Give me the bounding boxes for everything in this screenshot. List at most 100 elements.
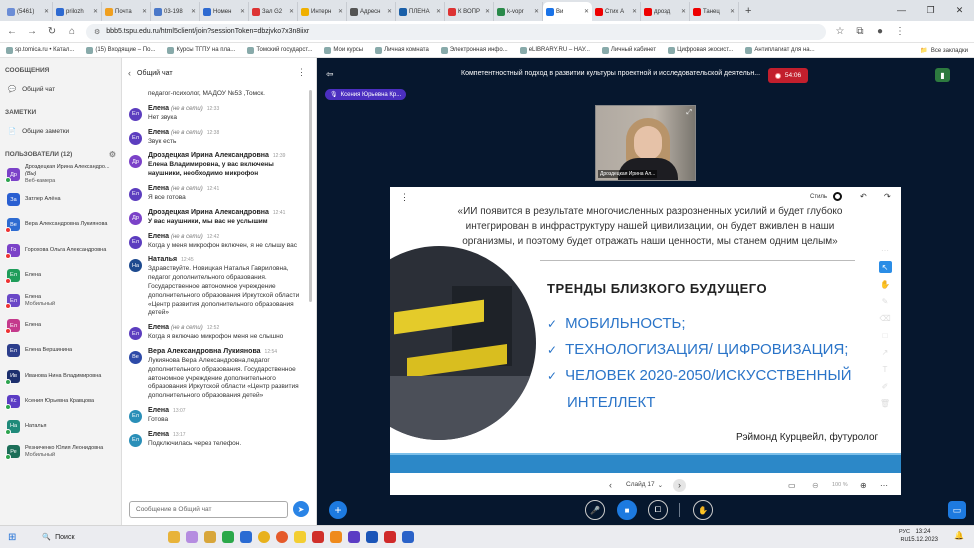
user-list-item[interactable]: Др Дроздецкая Ирина Александро... (Вы) Веб… (0, 162, 121, 187)
app-icon[interactable] (240, 531, 253, 543)
toggle-chat-button[interactable]: ▭ (948, 501, 966, 519)
yandex-icon[interactable] (294, 531, 307, 543)
app-icon[interactable] (186, 531, 199, 543)
yandex-browser-icon[interactable] (312, 531, 325, 543)
minimize-icon[interactable]: — (887, 0, 916, 21)
screen-share-button[interactable]: ⧠ (648, 500, 668, 520)
word-icon[interactable] (366, 531, 379, 543)
mute-button[interactable]: 🎤 (585, 500, 605, 520)
prev-slide-icon[interactable]: ‹ (609, 480, 612, 490)
sidebar-item-public-chat[interactable]: 💬 Общий чат (0, 78, 121, 100)
close-tab-icon[interactable]: ✕ (387, 8, 392, 15)
bookmark-star-icon[interactable]: ☆ (834, 26, 846, 37)
chat-scrollbar[interactable] (309, 90, 312, 302)
app-icon[interactable] (330, 531, 343, 543)
widgets-icon[interactable] (168, 531, 181, 543)
bookmark-item[interactable]: Томский государст... (247, 46, 312, 54)
arrow-tool-icon[interactable]: ↗ (879, 346, 892, 358)
browser-tab[interactable]: (5461) ✕ (4, 2, 53, 21)
bookmark-item[interactable]: Курсы ТГПУ на пла... (167, 46, 235, 54)
eraser-tool-icon[interactable]: ⌫ (879, 312, 892, 324)
extensions-icon[interactable]: ⧉ (854, 26, 866, 37)
bookmark-item[interactable]: Цифровая экосист... (668, 46, 733, 54)
raise-hand-button[interactable]: ✋ (693, 500, 713, 520)
close-tab-icon[interactable]: ✕ (93, 8, 98, 15)
bookmark-item[interactable]: sp.tomica.ru • Катал... (6, 46, 74, 54)
close-tab-icon[interactable]: ✕ (142, 8, 147, 15)
menu-icon[interactable]: ⋮ (894, 26, 906, 37)
browser-tab[interactable]: 03-198 ✕ (151, 2, 200, 21)
close-tab-icon[interactable]: ✕ (289, 8, 294, 15)
close-tab-icon[interactable]: ✕ (436, 8, 441, 15)
reload-icon[interactable]: ↻ (46, 26, 58, 37)
taskbar-search[interactable]: 🔍 Поиск (42, 530, 132, 545)
chevron-left-icon[interactable]: ‹ (128, 68, 131, 78)
user-list-item[interactable]: Ив Иванова Нина Владимировна (0, 364, 121, 389)
close-window-icon[interactable]: ✕ (945, 0, 974, 21)
browser-tab[interactable]: Зал G2 ✕ (249, 2, 298, 21)
browser-tab[interactable]: Адресн ✕ (347, 2, 396, 21)
browser-tab[interactable]: К ВОПР ✕ (445, 2, 494, 21)
pencil-tool-icon[interactable]: ✎ (879, 295, 892, 307)
app-icon[interactable] (402, 531, 415, 543)
user-list-item[interactable]: За Затлер Алёна (0, 187, 121, 212)
text-tool-icon[interactable]: T (879, 363, 892, 375)
expand-icon[interactable]: ⤢ (686, 109, 692, 117)
browser-tab[interactable]: Танец ✕ (690, 2, 739, 21)
app-icon[interactable] (348, 531, 361, 543)
browser-tab[interactable]: prilozh ✕ (53, 2, 102, 21)
more-tools-icon[interactable]: ⋯ (879, 244, 892, 256)
browser-tab[interactable]: Стих А ✕ (592, 2, 641, 21)
browser-tab[interactable]: Номен ✕ (200, 2, 249, 21)
sticky-note-tool-icon[interactable]: ✐ (879, 380, 892, 392)
bookmark-item[interactable]: Мои курсы (324, 46, 363, 54)
user-list-item[interactable]: Ре Резниченко Юлия Леонидовна Мобильный (0, 439, 121, 464)
close-tab-icon[interactable]: ✕ (191, 8, 196, 15)
maximize-icon[interactable]: ❐ (916, 0, 945, 21)
new-tab-button[interactable]: + (745, 5, 751, 17)
recording-indicator[interactable]: 54:06 (768, 68, 808, 83)
home-icon[interactable]: ⌂ (66, 26, 78, 37)
connection-status-icon[interactable]: ▮ (935, 68, 950, 82)
browser-tab[interactable]: Интерн ✕ (298, 2, 347, 21)
bookmark-item[interactable]: Электронная инфо... (440, 46, 508, 54)
close-tab-icon[interactable]: ✕ (534, 8, 539, 15)
actions-button[interactable]: + (329, 501, 347, 519)
user-list-item[interactable]: На Наталья (0, 414, 121, 439)
chat-input[interactable]: Сообщение в Общий чат (129, 501, 288, 518)
undo-icon[interactable]: ↶ (860, 192, 867, 201)
zoom-in-icon[interactable]: ⊕ (860, 481, 867, 490)
close-tab-icon[interactable]: ✕ (681, 8, 686, 15)
bookmark-item[interactable]: Личная комната (375, 46, 429, 54)
whatsapp-icon[interactable] (222, 531, 235, 543)
browser-tab[interactable]: Почта ✕ (102, 2, 151, 21)
user-list-toggle-icon[interactable]: ⇦ (326, 69, 334, 80)
browser-tab[interactable]: Ви ✕ (543, 2, 592, 21)
slide-selector[interactable]: Слайд 17 ⌄ (626, 481, 663, 489)
profile-icon[interactable]: ● (874, 26, 886, 37)
chat-title[interactable]: Общий чат (137, 70, 173, 77)
forward-icon[interactable]: → (26, 26, 38, 37)
user-list-item[interactable]: Ел Елена Мобильный (0, 288, 121, 313)
back-icon[interactable]: ← (6, 26, 18, 37)
pointer-tool-icon[interactable]: ↖ (878, 261, 892, 273)
delete-tool-icon[interactable]: 🗑 (879, 397, 892, 409)
slide-options-icon[interactable]: ⋮ (400, 192, 409, 203)
webcam-tile[interactable]: ⤢ Дроздецкая Ирина Ал... (595, 105, 696, 181)
bookmark-item[interactable]: Антиплагиат для на... (745, 46, 815, 54)
chat-options-icon[interactable]: ⋮ (297, 67, 306, 78)
camera-button[interactable]: ■ (617, 500, 637, 520)
all-bookmarks[interactable]: 📁 Все закладки (920, 43, 968, 57)
user-list-item[interactable]: Ел Елена Вершинина (0, 338, 121, 363)
notifications-icon[interactable]: 🔔 (954, 531, 964, 540)
close-tab-icon[interactable]: ✕ (632, 8, 637, 15)
site-info-icon[interactable]: ⚙ (94, 28, 100, 36)
rectangle-tool-icon[interactable]: □ (879, 329, 892, 341)
close-tab-icon[interactable]: ✕ (240, 8, 245, 15)
acrobat-icon[interactable] (384, 531, 397, 543)
fullscreen-icon[interactable]: ⋯ (880, 481, 888, 490)
close-tab-icon[interactable]: ✕ (584, 8, 589, 15)
chrome-icon[interactable] (258, 531, 271, 543)
zoom-out-icon[interactable]: ⊖ (812, 481, 819, 490)
user-list-item[interactable]: Ел Елена (0, 263, 121, 288)
